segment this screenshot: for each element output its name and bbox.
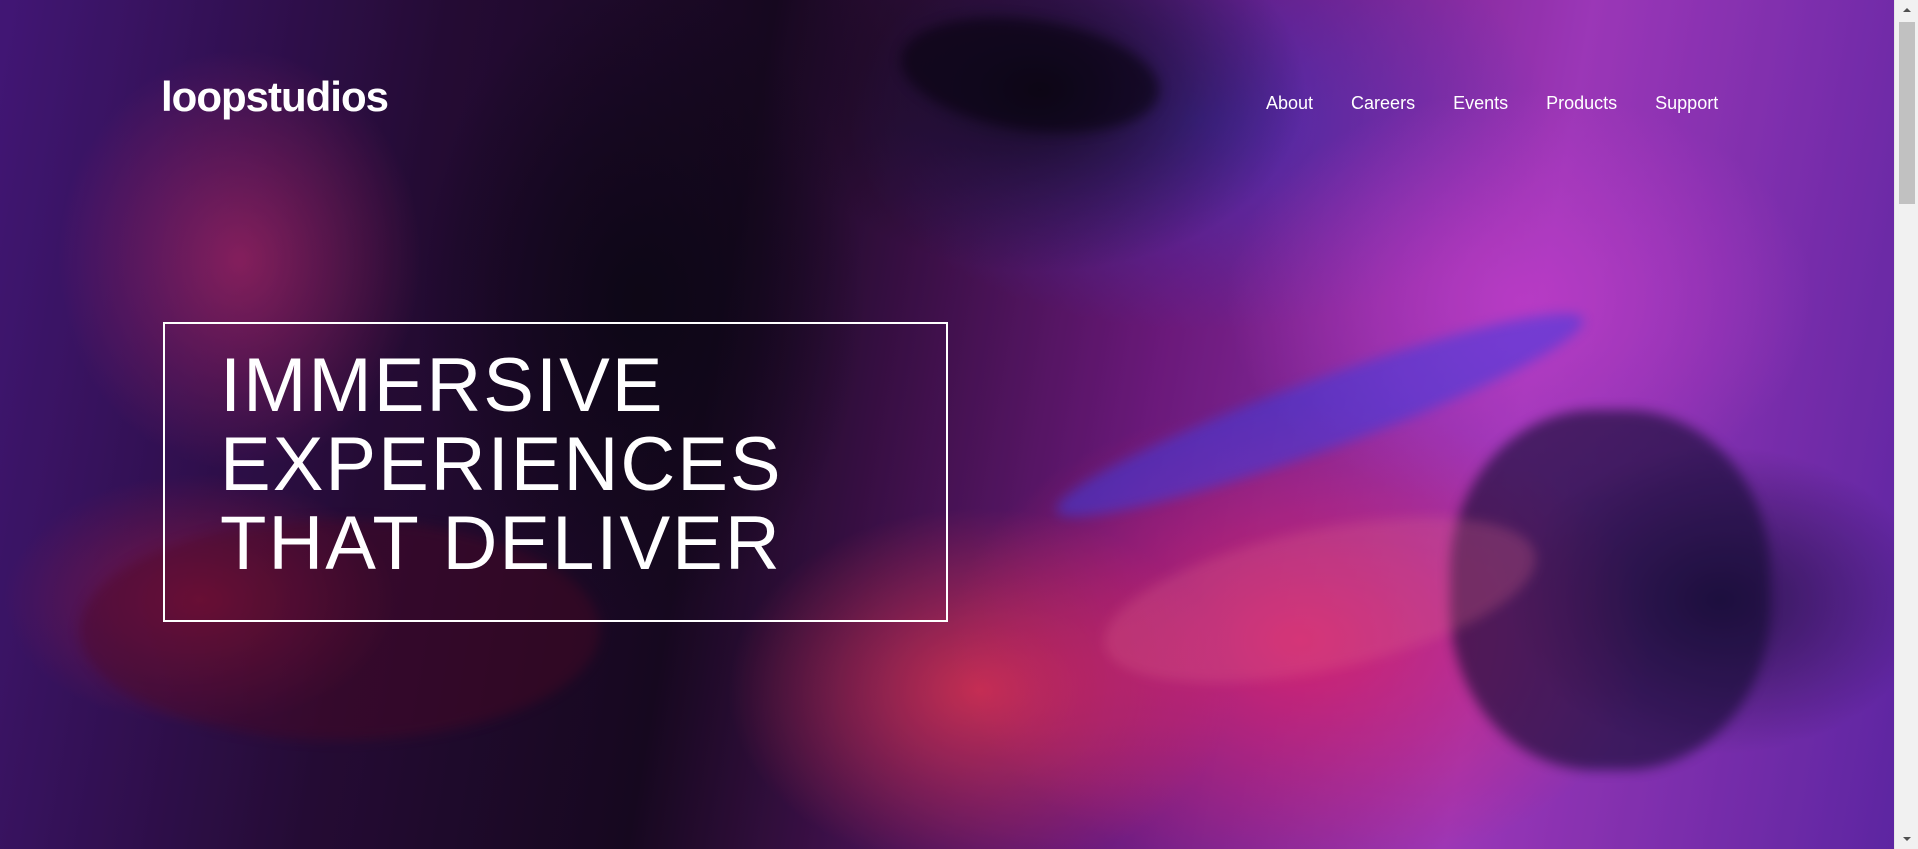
chevron-up-icon[interactable] bbox=[1895, 0, 1918, 20]
hero-headline: IMMERSIVE EXPERIENCES THAT DELIVER bbox=[220, 346, 783, 583]
vertical-scrollbar[interactable] bbox=[1894, 0, 1918, 849]
nav-link-events[interactable]: Events bbox=[1453, 92, 1508, 114]
hero-headline-line-2: EXPERIENCES bbox=[220, 422, 783, 507]
nav-link-about[interactable]: About bbox=[1266, 92, 1313, 114]
brand-logo[interactable]: loopstudios bbox=[161, 76, 389, 118]
hero-headline-line-1: IMMERSIVE bbox=[220, 343, 665, 428]
nav-link-careers[interactable]: Careers bbox=[1351, 92, 1415, 114]
nav-link-products[interactable]: Products bbox=[1546, 92, 1617, 114]
chevron-down-icon[interactable] bbox=[1895, 829, 1918, 849]
main-nav: About Careers Events Products Support bbox=[1266, 92, 1718, 114]
scrollbar-thumb[interactable] bbox=[1899, 22, 1915, 204]
nav-link-support[interactable]: Support bbox=[1655, 92, 1718, 114]
hero-headline-line-3: THAT DELIVER bbox=[220, 501, 782, 586]
page-viewport: loopstudios About Careers Events Product… bbox=[0, 0, 1894, 849]
hero-headline-box: IMMERSIVE EXPERIENCES THAT DELIVER bbox=[163, 322, 948, 622]
